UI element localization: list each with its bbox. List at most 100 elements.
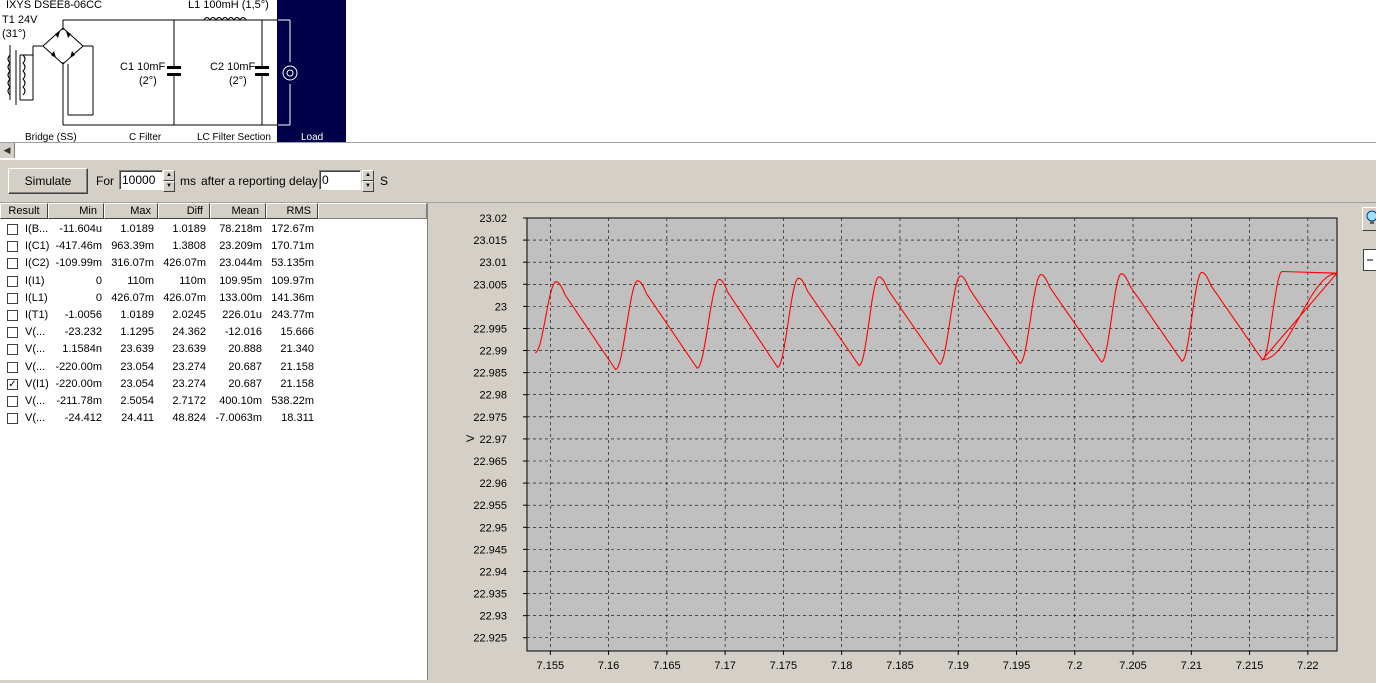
delay-label: after a reporting delay of [201, 174, 332, 188]
x-tick-label: 7.175 [770, 660, 798, 672]
table-row[interactable]: V(... -24.412 24.411 48.824 -7.0063m 18.311 [0, 410, 427, 427]
cell-rms: 109.97m [271, 274, 314, 287]
horizontal-scrollbar[interactable]: ◀ [0, 142, 1376, 161]
row-checkbox[interactable] [7, 258, 18, 270]
y-tick-label: 22.965 [473, 456, 507, 468]
cell-min: -211.78m [56, 395, 102, 407]
x-tick-label: 7.205 [1119, 660, 1147, 672]
cursor-tool-button[interactable] [1362, 207, 1376, 231]
cell-min: -109.99m [55, 257, 102, 270]
y-tick-label: 22.96 [479, 478, 507, 490]
duration-stepper[interactable]: ▲ ▼ [163, 170, 175, 192]
table-row[interactable]: I(B... -11.604u 1.0189 1.0189 78.218m 172.67m [0, 221, 427, 238]
col-header-diff[interactable]: Diff [158, 203, 210, 219]
cell-rms: 21.158 [280, 360, 314, 373]
table-row[interactable]: I(T1) -1.0056 1.0189 2.0245 226.01u 243.77m [0, 307, 427, 324]
zoom-out-button[interactable] [1363, 249, 1376, 271]
y-tick-label: 23 [495, 301, 507, 313]
c2-sub-label: (2°) [229, 75, 247, 87]
delay-stepper[interactable]: ▲ ▼ [362, 170, 374, 192]
row-checkbox[interactable] [7, 275, 18, 287]
cell-result: I(L1) [25, 291, 48, 304]
col-header-result[interactable]: Result [0, 203, 48, 219]
table-row[interactable]: I(C2) -109.99m 316.07m 426.07m 23.044m 53.135… [0, 255, 427, 272]
cell-diff: 2.7172 [172, 395, 206, 407]
row-checkbox[interactable]: ✓ [7, 378, 18, 390]
row-checkbox[interactable] [7, 327, 18, 339]
col-header-min[interactable]: Min [48, 203, 104, 219]
table-row[interactable]: I(C1) -417.46m 963.39m 1.3808 23.209m 170.71m [0, 238, 427, 255]
cell-rms: 170.71m [271, 240, 314, 253]
cell-mean: 133.00m [219, 291, 262, 304]
y-tick-label: 22.99 [479, 346, 507, 358]
cell-diff: 23.639 [172, 343, 206, 356]
section-bridge-label: Bridge (SS) [25, 132, 77, 142]
table-row[interactable]: I(L1) 0 426.07m 426.07m 133.00m 141.36m [0, 290, 427, 307]
delay-input[interactable] [319, 170, 361, 190]
section-cfilter-label: C Filter [129, 132, 162, 142]
cell-max: 1.0189 [120, 309, 154, 321]
cell-mean: -7.0063m [215, 412, 262, 425]
y-tick-label: 22.95 [479, 522, 507, 534]
y-tick-label: 23.015 [473, 235, 507, 247]
table-row[interactable]: V(... -220.00m 23.054 23.274 20.687 21.158 [0, 359, 427, 376]
col-header-rms[interactable]: RMS [266, 203, 318, 219]
scroll-left-arrow-icon[interactable]: ◀ [0, 143, 15, 158]
col-header-max[interactable]: Max [104, 203, 158, 219]
duration-input[interactable] [119, 170, 163, 190]
schematic-canvas[interactable]: IXYS DSEE8-06CC T1 24V (31°) L1 100mH (1… [0, 0, 1376, 143]
y-tick-label: 23.01 [479, 257, 507, 269]
row-checkbox[interactable] [7, 396, 18, 407]
row-checkbox[interactable] [7, 361, 18, 373]
table-row[interactable]: I(I1) 0 110m 110m 109.95m 109.97m [0, 273, 427, 290]
cell-mean: -12.016 [224, 326, 262, 339]
row-checkbox[interactable] [7, 292, 18, 304]
x-tick-label: 7.17 [714, 660, 735, 672]
y-tick-label: 23.005 [473, 279, 507, 291]
row-checkbox[interactable] [7, 344, 18, 356]
cell-result: I(I1) [25, 274, 45, 287]
cell-rms: 21.340 [280, 343, 314, 356]
row-checkbox[interactable] [7, 310, 18, 321]
cell-diff: 1.3808 [172, 240, 206, 253]
cell-mean: 78.218m [219, 223, 262, 235]
transformer-sub-label: (31°) [2, 28, 26, 40]
x-tick-label: 7.155 [537, 660, 565, 672]
cell-mean: 23.209m [219, 240, 262, 253]
voltage-chart[interactable]: 23.02 23.015 23.01 23.005 23 22.995 22.99 22.98… [430, 203, 1356, 680]
cell-diff: 426.07m [163, 291, 206, 304]
minus-icon [1367, 259, 1373, 261]
table-row[interactable]: V(... -211.78m 2.5054 2.7172 400.10m 538.22m [0, 393, 427, 410]
simulate-button[interactable]: Simulate [8, 168, 88, 194]
y-tick-label: 22.995 [473, 323, 507, 335]
cell-min: -1.0056 [64, 309, 102, 321]
cell-min: -23.232 [64, 326, 102, 339]
cell-mean: 23.044m [219, 257, 262, 270]
cell-max: 426.07m [111, 291, 154, 304]
row-checkbox[interactable] [7, 241, 18, 253]
cell-result: V(... [25, 326, 46, 339]
circuit-diagram: IXYS DSEE8-06CC T1 24V (31°) L1 100mH (1… [2, 0, 346, 143]
cell-max: 1.1295 [120, 326, 154, 339]
cell-diff: 426.07m [163, 257, 206, 270]
cell-min: -24.412 [64, 412, 102, 425]
y-tick-label: 23.02 [479, 213, 507, 225]
row-checkbox[interactable] [7, 224, 18, 235]
cell-mean: 226.01u [222, 309, 262, 321]
x-tick-label: 7.18 [831, 660, 852, 672]
row-checkbox[interactable] [7, 413, 18, 425]
cell-rms: 15.666 [280, 326, 314, 339]
table-row[interactable]: ✓ V(I1) -220.00m 23.054 23.274 20.687 21.158 [0, 376, 427, 393]
c1-symbol [167, 66, 181, 69]
col-header-filler [318, 203, 427, 219]
col-header-mean[interactable]: Mean [210, 203, 266, 219]
cell-max: 23.054 [120, 360, 154, 373]
table-row[interactable]: V(... 1.1584n 23.639 23.639 20.888 21.340 [0, 341, 427, 358]
x-tick-label: 7.185 [886, 660, 914, 672]
cell-result: V(... [25, 412, 46, 425]
cell-mean: 20.687 [228, 377, 262, 390]
y-tick-label: 22.985 [473, 368, 507, 380]
cell-mean: 20.888 [228, 343, 262, 356]
table-row[interactable]: V(... -23.232 1.1295 24.362 -12.016 15.666 [0, 324, 427, 341]
cell-result: V(... [25, 360, 46, 373]
